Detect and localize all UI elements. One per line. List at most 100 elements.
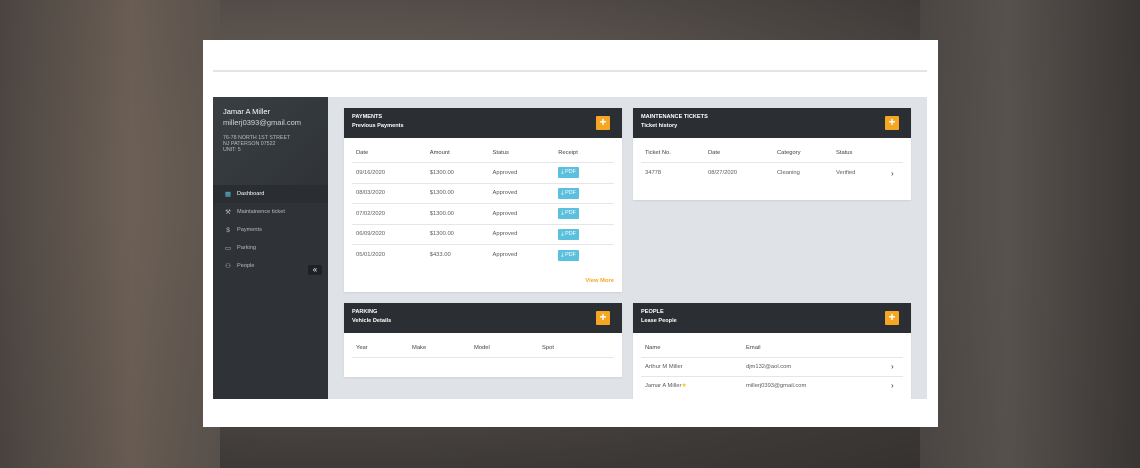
background-right [920,0,1140,468]
parking-title: PARKING [352,309,378,315]
view-more-link[interactable]: View More [585,278,614,284]
people-title: PEOPLE [641,309,664,315]
payment-date: 08/03/2020 [356,190,386,197]
people-card: PEOPLE Lease People + Name Email Arthur … [633,303,911,399]
maintenance-table: Ticket No. Date Category Status 34778 08… [633,143,911,183]
screenshot-frame: Jamar A Miller millerj0393@gmail.com 76-… [203,40,938,427]
person-email: millerj0393@gmail.com [746,382,807,389]
payment-status: Approved [492,210,518,217]
background-left [0,0,220,468]
payment-date: 06/09/2020 [356,231,386,238]
profile-panel: Jamar A Miller millerj0393@gmail.com 76-… [213,97,328,185]
sidebar-item-label: Payments [237,227,262,233]
ticket-number: 34778 [645,170,662,176]
table-header-row: Year Make Model Spot [352,338,614,358]
add-ticket-button[interactable]: + [885,116,899,130]
pdf-download-button[interactable]: ⤓ PDF [558,228,579,240]
pdf-download-button[interactable]: ⤓ PDF [558,187,579,199]
download-icon: ⤓ [561,169,564,176]
table-row: 08/03/2020 $1300.00 Approved ⤓ PDF [352,184,614,204]
star-icon: ★ [681,382,687,389]
payment-date: 09/16/2020 [356,169,386,176]
column-header: Status [836,149,853,156]
payment-amount: $1300.00 [429,190,454,197]
sidebar-item-dashboard[interactable]: ▦ Dashboard [213,185,328,203]
profile-unit: UNIT: 5 [223,147,241,153]
table-row[interactable]: Arthur M Miller djm132@aol.com › [641,358,903,377]
table-row: 05/01/2020 $433.00 Approved ⤓ PDF [352,245,614,266]
person-email: djm132@aol.com [746,363,792,370]
people-table: Name Email Arthur M Miller djm132@aol.co… [633,338,911,395]
chevron-right-icon[interactable]: › [887,362,903,371]
table-row: 07/02/2020 $1300.00 Approved ⤓ PDF [352,204,614,225]
ticket-category: Cleaning [777,170,800,176]
sidebar-item-label: Parking [237,245,256,251]
column-header: Date [356,149,369,156]
table-row[interactable]: Jamar A Miller★ millerj0393@gmail.com › [641,377,903,396]
top-divider [213,70,927,72]
pdf-label: PDF [565,210,576,217]
table-header-row: Ticket No. Date Category Status [641,143,903,163]
payments-title: PAYMENTS [352,114,383,120]
pdf-download-button[interactable]: ⤓ PDF [558,167,579,179]
person-name: Arthur M Miller [641,364,742,370]
payments-subtitle: Previous Payments [352,123,404,129]
chevron-right-icon[interactable]: › [887,381,903,390]
payments-table: Date Amount Status Receipt 09/16/2020 $1… [344,143,622,266]
sidebar-item-label: Dashboard [237,191,265,197]
download-icon: ⤓ [561,251,564,258]
column-header: Model [474,344,490,351]
sidebar-item-parking[interactable]: ▭ Parking [213,239,328,257]
sidebar: Jamar A Miller millerj0393@gmail.com 76-… [213,97,328,399]
sidebar-item-label: Maintainence ticket [237,209,285,215]
table-header-row: Name Email [641,338,903,358]
payment-status: Approved [492,231,518,238]
pdf-label: PDF [565,169,576,176]
grid-icon: ▦ [224,191,232,198]
table-row[interactable]: 34778 08/27/2020 Cleaning Verified › [641,163,903,183]
dollar-icon: $ [226,226,230,234]
chevron-right-icon[interactable]: › [887,169,903,178]
payment-date: 05/01/2020 [356,252,386,259]
ticket-status: Verified [836,170,856,176]
people-card-header: PEOPLE Lease People + [633,303,911,333]
tools-icon: ⚒ [225,209,231,216]
pdf-download-button[interactable]: ⤓ PDF [558,208,579,220]
sidebar-item-maintenance[interactable]: ⚒ Maintainence ticket [213,203,328,221]
maintenance-card-header: MAINTENANCE TICKETS Ticket history + [633,108,911,138]
pdf-label: PDF [565,230,576,237]
payments-card-header: PAYMENTS Previous Payments + [344,108,622,138]
parking-table: Year Make Model Spot [344,338,622,358]
app-container: Jamar A Miller millerj0393@gmail.com 76-… [213,97,927,399]
car-icon: ▭ [224,245,232,252]
parking-subtitle: Vehicle Details [352,318,392,324]
column-header: Date [708,149,721,156]
parking-card: PARKING Vehicle Details + Year Make Mode… [344,303,622,377]
table-row: 09/16/2020 $1300.00 Approved ⤓ PDF [352,163,614,184]
payment-status: Approved [492,252,518,259]
download-icon: ⤓ [561,189,564,196]
add-vehicle-button[interactable]: + [596,311,610,325]
maintenance-subtitle: Ticket history [641,123,678,129]
column-header: Email [746,344,761,351]
payment-amount: $1300.00 [429,231,454,238]
person-name-text: Jamar A Miller [645,382,682,389]
profile-email: millerj0393@gmail.com [223,118,302,127]
payment-amount: $1300.00 [429,169,454,176]
maintenance-card: MAINTENANCE TICKETS Ticket history + Tic… [633,108,911,200]
column-header: Year [356,344,368,351]
column-header: Ticket No. [645,149,671,156]
pdf-download-button[interactable]: ⤓ PDF [558,249,579,261]
add-person-button[interactable]: + [885,311,899,325]
sidebar-item-label: People [237,263,255,269]
add-payment-button[interactable]: + [596,116,610,130]
sidebar-item-payments[interactable]: $ Payments [213,221,328,239]
download-icon: ⤓ [561,230,564,237]
column-header: Name [645,344,661,351]
collapse-sidebar-button[interactable]: « [308,265,322,275]
pdf-label: PDF [565,189,576,196]
person-name: Jamar A Miller★ [641,383,742,389]
payment-amount: $433.00 [429,252,451,259]
payments-card: PAYMENTS Previous Payments + Date Amount… [344,108,622,292]
parking-card-header: PARKING Vehicle Details + [344,303,622,333]
